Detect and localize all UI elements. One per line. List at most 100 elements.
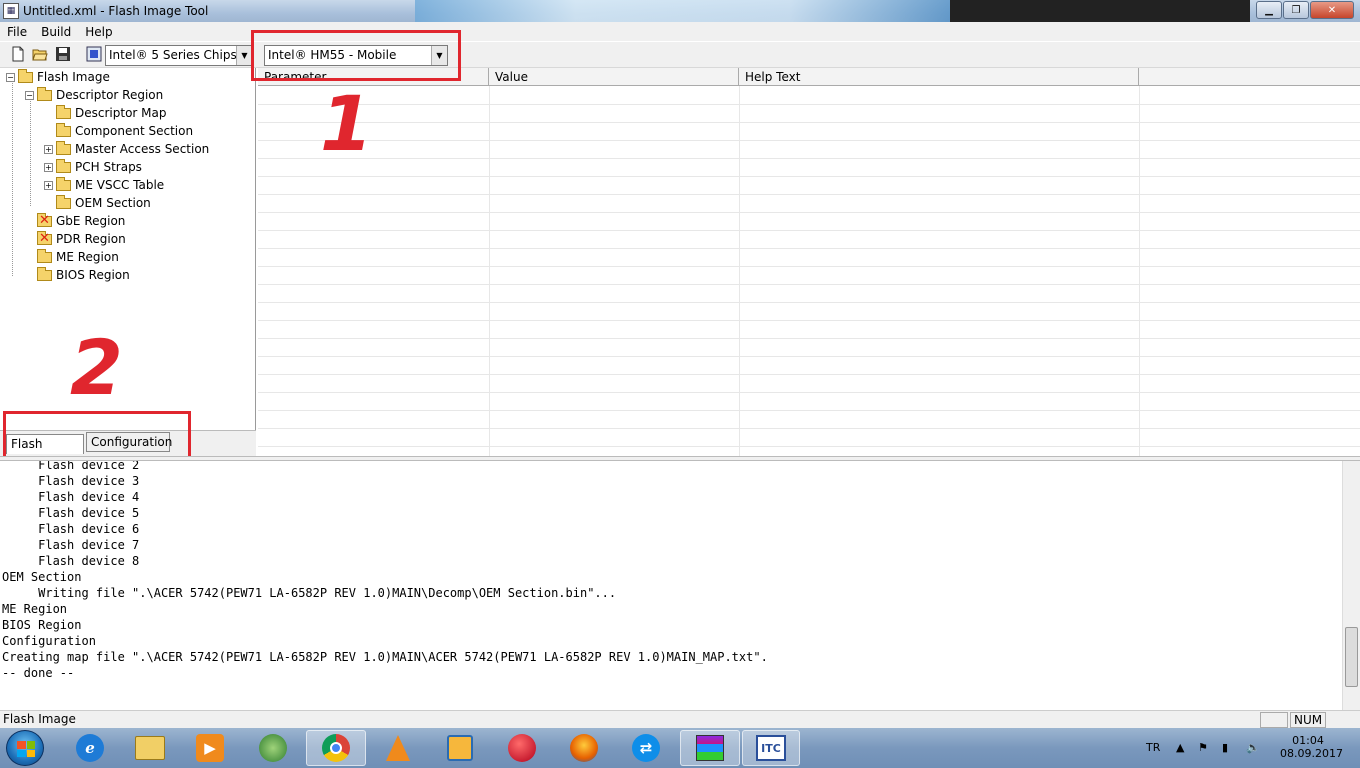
media-player-icon[interactable]: ▶ (182, 730, 238, 766)
annotation-label-2: 2 (70, 323, 123, 412)
tree-item-me-region[interactable]: ME Region (37, 248, 119, 266)
tree-item-label: Descriptor Region (56, 88, 164, 102)
grid-row-line (258, 140, 1360, 141)
language-indicator[interactable]: TR (1146, 728, 1160, 768)
open-folder-icon[interactable] (32, 46, 48, 62)
grid-row-line (258, 392, 1360, 393)
annotation-box-1 (251, 30, 461, 81)
grid-column-line (489, 86, 490, 456)
status-bar: Flash Image NUM (0, 710, 1360, 728)
grid-row-line (258, 374, 1360, 375)
tree-item-gbe-region[interactable]: GbE Region (37, 212, 125, 230)
teamviewer-icon[interactable]: ⇄ (618, 730, 674, 766)
grid-row-line (258, 212, 1360, 213)
flash-image-tool-icon[interactable]: ITC (742, 730, 800, 766)
collapse-icon[interactable]: − (25, 90, 34, 100)
grid-row-line (258, 446, 1360, 447)
log-line: Creating map file ".\ACER 5742(PEW71 LA-… (2, 650, 768, 664)
folder-icon (56, 122, 71, 137)
tree-item-master-access-section[interactable]: + Master Access Section (44, 140, 209, 158)
tree-item-pdr-region[interactable]: PDR Region (37, 230, 126, 248)
taskbar: e ▶ ⇄ ITC TR ▲ ⚑ ▮ 🔈 01:04 08.09.2017 (0, 728, 1360, 768)
clock-date: 08.09.2017 (1280, 747, 1343, 760)
log-line: Flash device 5 (2, 506, 140, 520)
tree-item-label: PDR Region (56, 232, 126, 246)
network-globe-icon[interactable] (245, 730, 301, 766)
tree-item-descriptor-map[interactable]: Descriptor Map (56, 104, 166, 122)
log-line: Writing file ".\ACER 5742(PEW71 LA-6582P… (2, 586, 617, 600)
log-line: Flash device 6 (2, 522, 140, 536)
app-window-icon[interactable] (432, 730, 488, 766)
red-ball-icon[interactable] (494, 730, 550, 766)
tree-item-bios-region[interactable]: BIOS Region (37, 266, 130, 284)
menu-file[interactable]: File (0, 25, 34, 39)
grid-row-line (258, 158, 1360, 159)
grid-row-line (258, 356, 1360, 357)
clock[interactable]: 01:04 08.09.2017 (1280, 734, 1343, 760)
folder-icon (56, 176, 71, 191)
grid-column-line (739, 86, 740, 456)
column-header-value[interactable]: Value (489, 68, 739, 86)
parameter-grid: Parameter Value Help Text (258, 68, 1360, 456)
save-icon[interactable] (55, 46, 71, 62)
tree-item-pch-straps[interactable]: + PCH Straps (44, 158, 142, 176)
chevron-down-icon[interactable]: ▼ (236, 46, 252, 65)
grid-row-line (258, 266, 1360, 267)
start-button[interactable] (6, 730, 44, 766)
volume-icon[interactable]: 🔈 (1246, 728, 1260, 768)
grid-row-line (258, 176, 1360, 177)
grid-row-line (258, 122, 1360, 123)
disabled-folder-icon (37, 230, 52, 246)
grid-row-line (258, 284, 1360, 285)
log-line: Flash device 7 (2, 538, 140, 552)
vlc-icon[interactable] (370, 730, 426, 766)
network-icon[interactable]: ▮ (1222, 728, 1228, 768)
internet-explorer-icon[interactable]: e (62, 730, 118, 766)
minimize-button[interactable]: ▁ (1256, 1, 1282, 19)
chipset-select[interactable]: Intel® 5 Series Chipset ▼ (105, 45, 253, 66)
file-explorer-icon[interactable] (122, 730, 178, 766)
desktop-background-strip-dark (950, 0, 1250, 22)
tree-item-descriptor-region[interactable]: − Descriptor Region (25, 86, 163, 104)
settings-icon[interactable] (86, 46, 102, 62)
log-line: OEM Section (2, 570, 82, 584)
windows-logo-icon (17, 741, 35, 757)
tree-item-me-vscc-table[interactable]: + ME VSCC Table (44, 176, 164, 194)
expand-icon[interactable]: + (44, 180, 53, 190)
scrollbar-thumb[interactable] (1345, 627, 1358, 687)
log-line: Flash device 8 (2, 554, 140, 568)
folder-open-icon (18, 68, 33, 83)
menu-build[interactable]: Build (34, 25, 78, 39)
action-center-flag-icon[interactable]: ⚑ (1198, 728, 1208, 768)
collapse-icon[interactable]: − (6, 72, 15, 82)
expand-icon[interactable]: + (44, 144, 53, 154)
grid-row-line (258, 248, 1360, 249)
grid-row-line (258, 338, 1360, 339)
log-line: Configuration (2, 634, 96, 648)
new-file-icon[interactable] (10, 46, 26, 62)
output-log[interactable]: Flash device 2 Flash device 3 Flash devi… (0, 461, 1342, 710)
close-button[interactable]: ✕ (1310, 1, 1354, 19)
folder-icon (37, 248, 52, 263)
title-bar: ▦ Untitled.xml - Flash Image Tool ▁ ❐ ✕ (0, 0, 1360, 22)
column-header-help-text[interactable]: Help Text (739, 68, 1139, 86)
winrar-icon[interactable] (680, 730, 740, 766)
folder-open-icon (37, 86, 52, 101)
grid-row-line (258, 302, 1360, 303)
tray-expand-icon[interactable]: ▲ (1176, 728, 1184, 768)
expand-icon[interactable]: + (44, 162, 53, 172)
tree-item-oem-section[interactable]: OEM Section (56, 194, 151, 212)
tree-guide-line (12, 80, 13, 276)
firefox-icon[interactable] (556, 730, 612, 766)
chrome-icon[interactable] (306, 730, 366, 766)
menu-help[interactable]: Help (78, 25, 119, 39)
folder-icon (56, 194, 71, 209)
grid-row-line (258, 428, 1360, 429)
grid-column-line (1139, 86, 1140, 456)
tree-item-label: Component Section (75, 124, 194, 138)
restore-button[interactable]: ❐ (1283, 1, 1309, 19)
tree-item-component-section[interactable]: Component Section (56, 122, 193, 140)
grid-row-line (258, 410, 1360, 411)
tree-item-flash-image[interactable]: − Flash Image (6, 68, 110, 86)
log-scrollbar[interactable] (1342, 461, 1360, 710)
